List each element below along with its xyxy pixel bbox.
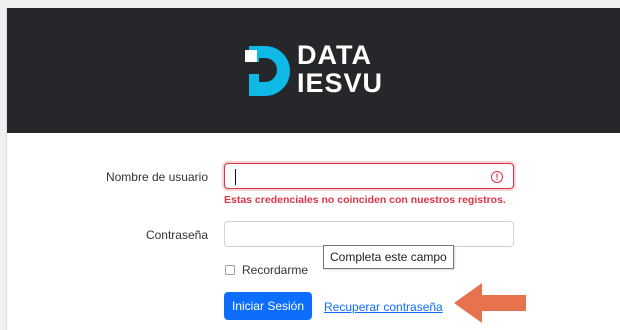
remember-checkbox[interactable] — [225, 265, 235, 275]
password-label: Contraseña — [145, 228, 208, 242]
recover-password-link[interactable]: Recuperar contraseña — [324, 300, 443, 314]
brand-line-2: IESVU — [297, 68, 384, 98]
left-arrow-icon — [454, 283, 526, 323]
header-banner: DATA IESVU — [7, 8, 620, 133]
password-input[interactable] — [224, 221, 514, 247]
required-field-tooltip: Completa este campo — [323, 245, 454, 269]
brand-line-1: DATA — [297, 40, 372, 70]
exclamation-circle-icon: ! — [491, 171, 503, 183]
remember-label[interactable]: Recordarme — [242, 263, 308, 277]
username-label: Nombre de usuario — [105, 170, 208, 184]
username-error-message: Estas credenciales no coinciden con nues… — [224, 194, 506, 206]
login-button[interactable]: Iniciar Sesión — [224, 292, 312, 320]
brand-logo: DATA IESVU — [243, 40, 403, 104]
data-iesvu-logo-icon — [245, 46, 290, 96]
text-caret — [235, 169, 236, 185]
username-input[interactable]: ! — [224, 163, 514, 189]
